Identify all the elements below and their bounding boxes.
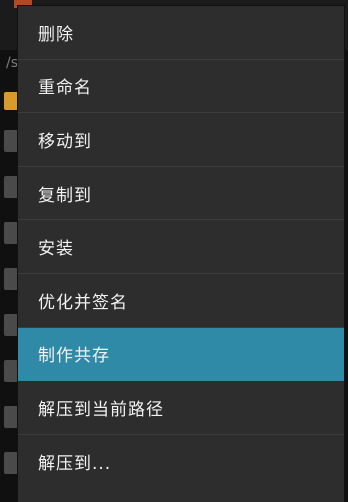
menu-item-label: 重命名 [38, 78, 92, 99]
context-menu: 删除 重命名 移动到 复制到 安装 优化并签名 制作共存 解压到当前路径 解压到… [18, 6, 344, 502]
file-icon [4, 360, 18, 382]
file-icon [4, 452, 18, 474]
menu-item-label: 复制到 [38, 185, 92, 206]
menu-item-make-coexist[interactable]: 制作共存 [18, 327, 344, 382]
file-icon [4, 406, 18, 428]
file-icon [4, 268, 18, 290]
file-icon [4, 314, 18, 336]
menu-item-optimize-sign[interactable]: 优化并签名 [18, 274, 344, 328]
path-breadcrumb: /s [6, 55, 19, 71]
menu-item-delete[interactable]: 删除 [18, 6, 344, 60]
menu-item-rename[interactable]: 重命名 [18, 60, 344, 114]
menu-item-extract-here[interactable]: 解压到当前路径 [18, 381, 344, 435]
menu-item-label: 删除 [38, 24, 74, 45]
menu-item-install[interactable]: 安装 [18, 220, 344, 274]
menu-item-extract-to[interactable]: 解压到... [18, 435, 344, 489]
menu-item-label: 移动到 [38, 131, 92, 152]
file-icon [4, 130, 18, 152]
file-icon [4, 176, 18, 198]
menu-item-label: 解压到... [38, 454, 112, 475]
file-icon [4, 222, 18, 244]
menu-item-copy-to[interactable]: 复制到 [18, 167, 344, 221]
menu-item-label: 安装 [38, 239, 74, 260]
menu-item-label: 解压到当前路径 [38, 399, 164, 420]
menu-item-label: 制作共存 [38, 346, 110, 367]
menu-item-move-to[interactable]: 移动到 [18, 113, 344, 167]
menu-item-label: 优化并签名 [38, 292, 128, 313]
